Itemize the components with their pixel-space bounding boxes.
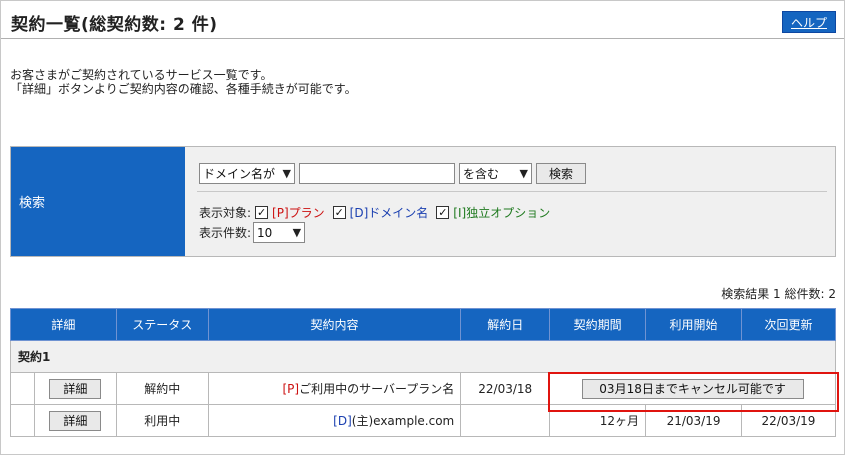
target-plan-prefix: [P]: [272, 205, 289, 220]
cancel-notice-cell: 03月18日までキャンセル可能です: [549, 372, 836, 405]
row-indent: [10, 404, 35, 437]
result-summary: 検索結果 1 総件数: 2: [721, 287, 836, 301]
content-text: (主)example.com: [351, 414, 455, 428]
status-link[interactable]: 解約中: [144, 382, 180, 396]
search-panel-body: ドメイン名が ▼ を含む ▼ 検索 表示対象: ✓ [P] プラン ✓ [D] …: [185, 147, 835, 256]
intro-line-1: お客さまがご契約されているサービス一覧です。: [10, 68, 273, 82]
contract-group-row: 契約1: [10, 340, 836, 373]
display-target-label: 表示対象:: [199, 206, 252, 220]
display-target-row: 表示対象: ✓ [P] プラン ✓ [D] ドメイン名 ✓ [I] 独立オプショ…: [199, 204, 550, 221]
detail-cell: 詳細: [33, 404, 117, 437]
help-button[interactable]: ヘルプ: [782, 11, 836, 33]
contracts-table: 詳細 ステータス 契約内容 解約日 契約期間 利用開始 次回更新 契約1 詳細 …: [10, 308, 836, 437]
page-header: 契約一覧(総契約数: 2 件) ヘルプ: [1, 1, 844, 39]
content-cell: [P]ご利用中のサーバープラン名: [207, 372, 462, 405]
search-field-select-value: ドメイン名が: [203, 167, 276, 181]
status-link[interactable]: 利用中: [144, 414, 180, 428]
cancel-date-cell: [460, 404, 551, 437]
cancel-cancellation-button[interactable]: 03月18日までキャンセル可能です: [581, 378, 804, 399]
match-type-select-value: を含む: [463, 167, 500, 181]
header-start: 利用開始: [645, 308, 743, 341]
period-cell: 12ヶ月: [549, 404, 647, 437]
detail-cell: 詳細: [33, 372, 117, 405]
target-option-label: 独立オプション: [466, 206, 551, 220]
search-field-select[interactable]: ドメイン名が ▼: [199, 163, 295, 184]
display-count-select[interactable]: 10 ▼: [253, 222, 306, 243]
search-panel: 検索 ドメイン名が ▼ を含む ▼ 検索 表示対象: ✓ [P] プラン ✓ […: [10, 146, 836, 257]
detail-button[interactable]: 詳細: [49, 410, 102, 431]
header-detail: 詳細: [10, 308, 117, 341]
search-input[interactable]: [299, 163, 455, 184]
checkbox-domain[interactable]: ✓: [332, 206, 346, 219]
header-renewal: 次回更新: [741, 308, 836, 341]
cancel-date-cell: 22/03/18: [460, 372, 551, 405]
search-panel-label: 検索: [11, 147, 185, 256]
intro-line-2: 「詳細」ボタンよりご契約内容の確認、各種手続きが可能です。: [10, 82, 357, 96]
search-divider: [197, 191, 827, 192]
target-option-prefix: [I]: [453, 205, 467, 220]
search-button[interactable]: 検索: [536, 163, 586, 184]
status-cell: 利用中: [115, 404, 209, 437]
chevron-down-icon: ▼: [292, 226, 302, 239]
page-title: 契約一覧(総契約数: 2 件): [11, 15, 218, 35]
display-count-value: 10: [257, 225, 273, 240]
table-row: 詳細 利用中 [D](主)example.com 12ヶ月 21/03/19 2…: [10, 404, 836, 437]
content-prefix: [P]: [282, 382, 300, 396]
match-type-select[interactable]: を含む ▼: [459, 163, 532, 184]
renewal-date-cell: 22/03/19: [741, 404, 836, 437]
content-text: ご利用中のサーバープラン名: [299, 382, 455, 396]
checkbox-plan[interactable]: ✓: [255, 206, 269, 219]
checkbox-option[interactable]: ✓: [436, 206, 450, 219]
header-cancel-date: 解約日: [460, 308, 551, 341]
table-row: 詳細 解約中 [P]ご利用中のサーバープラン名 22/03/18 03月18日ま…: [10, 372, 836, 405]
start-date-cell: 21/03/19: [645, 404, 743, 437]
detail-button[interactable]: 詳細: [49, 378, 102, 399]
display-count-row: 表示件数: 10 ▼: [199, 222, 306, 243]
target-domain-prefix: [D]: [349, 205, 369, 220]
chevron-down-icon: ▼: [519, 167, 528, 180]
target-domain-label: ドメイン名: [368, 206, 429, 220]
contract-group-label: 契約1: [10, 340, 836, 373]
table-header-row: 詳細 ステータス 契約内容 解約日 契約期間 利用開始 次回更新: [10, 308, 836, 341]
header-period: 契約期間: [549, 308, 647, 341]
row-indent: [10, 372, 35, 405]
content-prefix: [D]: [333, 414, 352, 428]
status-cell: 解約中: [115, 372, 209, 405]
display-count-label: 表示件数:: [199, 226, 252, 240]
header-status: ステータス: [115, 308, 209, 341]
chevron-down-icon: ▼: [282, 167, 291, 180]
intro-text: お客さまがご契約されているサービス一覧です。 「詳細」ボタンよりご契約内容の確認…: [10, 68, 357, 96]
target-plan-label: プラン: [288, 206, 325, 220]
header-content: 契約内容: [207, 308, 462, 341]
content-cell: [D](主)example.com: [207, 404, 462, 437]
